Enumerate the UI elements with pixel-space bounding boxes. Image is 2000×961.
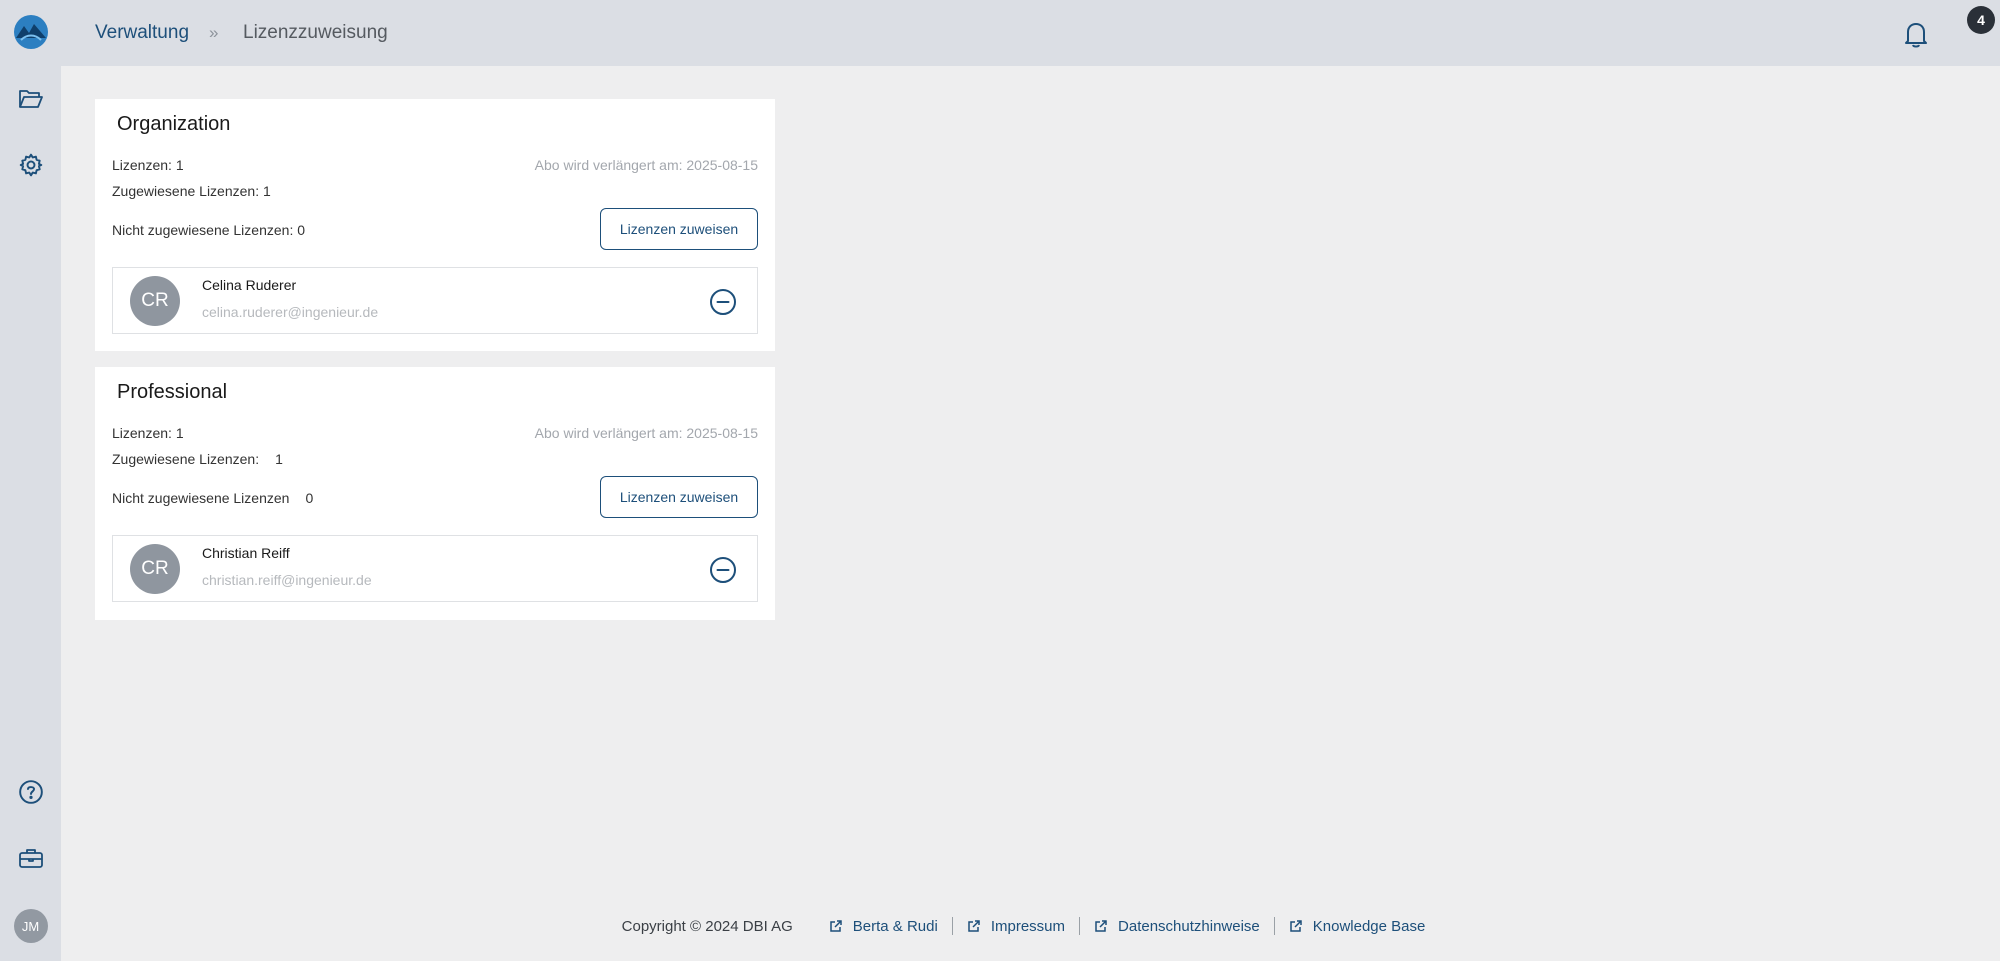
breadcrumb-current: Lizenzzuweisung <box>243 22 388 43</box>
footer-link-datenschutz[interactable]: Datenschutzhinweise <box>1080 918 1274 935</box>
licenses-count: Lizenzen: 1 <box>112 157 184 173</box>
assign-licenses-button[interactable]: Lizenzen zuweisen <box>600 476 758 518</box>
renewal-date: Abo wird verlängert am: 2025-08-15 <box>534 425 758 441</box>
assign-licenses-button[interactable]: Lizenzen zuweisen <box>600 208 758 250</box>
bell-icon[interactable] <box>1896 14 1936 54</box>
breadcrumb-separator: » <box>209 23 219 42</box>
assigned-value: 1 <box>275 451 283 467</box>
user-email: celina.ruderer@ingenieur.de <box>202 304 379 320</box>
footer-link-label: Knowledge Base <box>1312 917 1426 935</box>
breadcrumb-verwaltung[interactable]: Verwaltung <box>95 0 189 66</box>
external-link-icon <box>1095 920 1107 932</box>
user-initials: JM <box>13 909 48 943</box>
user-name: Christian Reiff <box>202 545 290 561</box>
unassigned-value: 0 <box>305 490 314 506</box>
user-email: christian.reiff@ingenieur.de <box>202 572 372 588</box>
footer-link-knowledge-base[interactable]: Knowledge Base <box>1275 918 1440 935</box>
user-avatar: CR <box>130 276 180 326</box>
external-link-icon <box>968 920 980 932</box>
folder-open-icon[interactable] <box>0 79 61 119</box>
sidebar: JM <box>0 0 61 961</box>
assigned-licenses: Zugewiesene Lizenzen: 1 <box>112 451 283 467</box>
unassigned-label: Nicht zugewiesene Lizenzen <box>112 490 290 506</box>
user-avatar[interactable]: JM <box>0 906 61 946</box>
footer-link-label: Berta & Rudi <box>852 917 938 935</box>
user-avatar: CR <box>130 544 180 594</box>
top-bar: Verwaltung » Lizenzzuweisung <box>61 0 2000 66</box>
license-card-organization: Organization Lizenzen: 1 Abo wird verlän… <box>95 99 775 351</box>
remove-user-icon[interactable] <box>709 556 737 584</box>
license-card-professional: Professional Lizenzen: 1 Abo wird verlän… <box>95 367 775 620</box>
external-link-icon <box>1290 920 1302 932</box>
footer-link-label: Impressum <box>990 917 1066 935</box>
assigned-label: Zugewiesene Lizenzen: <box>112 451 260 467</box>
toolbox-icon[interactable] <box>0 838 61 878</box>
logo-icon[interactable] <box>0 12 61 52</box>
unassigned-licenses: Nicht zugewiesene Lizenzen: 0 <box>112 222 306 238</box>
help-icon[interactable] <box>0 772 61 812</box>
footer-link-impressum[interactable]: Impressum <box>953 918 1079 935</box>
assigned-licenses: Zugewiesene Lizenzen: 1 <box>112 183 271 199</box>
footer-link-berta-rudi[interactable]: Berta & Rudi <box>815 918 952 935</box>
unassigned-licenses: Nicht zugewiesene Lizenzen 0 <box>112 490 313 506</box>
notification-badge: 4 <box>1967 6 1995 34</box>
assigned-user-row: CR Celina Ruderer celina.ruderer@ingenie… <box>112 267 758 334</box>
renewal-date: Abo wird verlängert am: 2025-08-15 <box>534 157 758 173</box>
licenses-count: Lizenzen: 1 <box>112 425 184 441</box>
card-title: Professional <box>117 381 228 403</box>
copyright: Copyright © 2024 DBI AG <box>621 917 793 935</box>
user-name: Celina Ruderer <box>202 277 297 293</box>
gear-icon[interactable] <box>0 145 61 185</box>
footer-link-label: Datenschutzhinweise <box>1118 917 1260 935</box>
assigned-user-row: CR Christian Reiff christian.reiff@ingen… <box>112 535 758 602</box>
card-title: Organization <box>117 113 231 135</box>
remove-user-icon[interactable] <box>709 288 737 316</box>
footer: Copyright © 2024 DBI AG Berta & Rudi Imp… <box>61 906 2000 946</box>
external-link-icon <box>830 920 842 932</box>
